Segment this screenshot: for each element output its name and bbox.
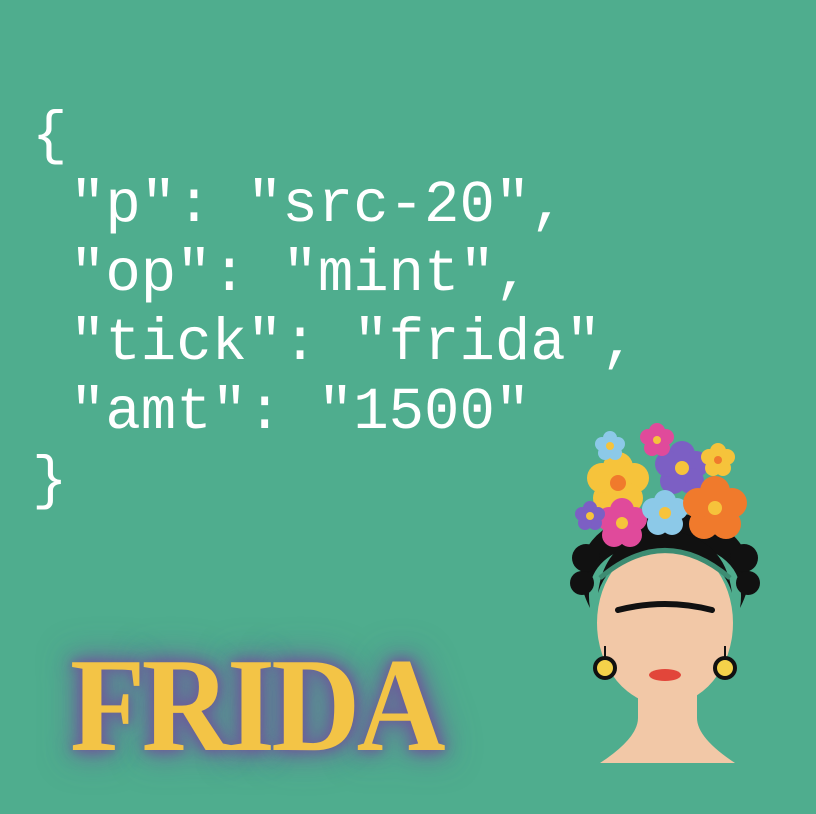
right-earring <box>713 656 737 680</box>
right-braid <box>730 544 758 572</box>
left-braid <box>572 544 600 572</box>
frida-title: FRIDA <box>70 631 446 779</box>
code-line-p: "p": "src-20", <box>70 172 566 239</box>
flower-small-yellow <box>701 443 735 476</box>
lips <box>649 669 681 681</box>
json-code-block: {"p": "src-20", "op": "mint", "tick": "fri… <box>32 102 637 516</box>
flower-blue <box>642 490 688 535</box>
flower-small-blue <box>595 431 625 460</box>
code-line-close-brace: } <box>32 448 68 515</box>
frida-portrait-illustration <box>570 423 760 763</box>
flower-crown <box>575 423 747 547</box>
left-earring <box>593 656 617 680</box>
right-braid <box>736 571 760 595</box>
code-line-tick: "tick": "frida", <box>70 310 637 377</box>
flower-small-magenta <box>640 423 674 456</box>
code-line-amt: "amt": "1500" <box>70 379 531 446</box>
left-braid <box>570 571 594 595</box>
code-line-op: "op": "mint", <box>70 241 531 308</box>
code-line-open-brace: { <box>32 103 68 170</box>
